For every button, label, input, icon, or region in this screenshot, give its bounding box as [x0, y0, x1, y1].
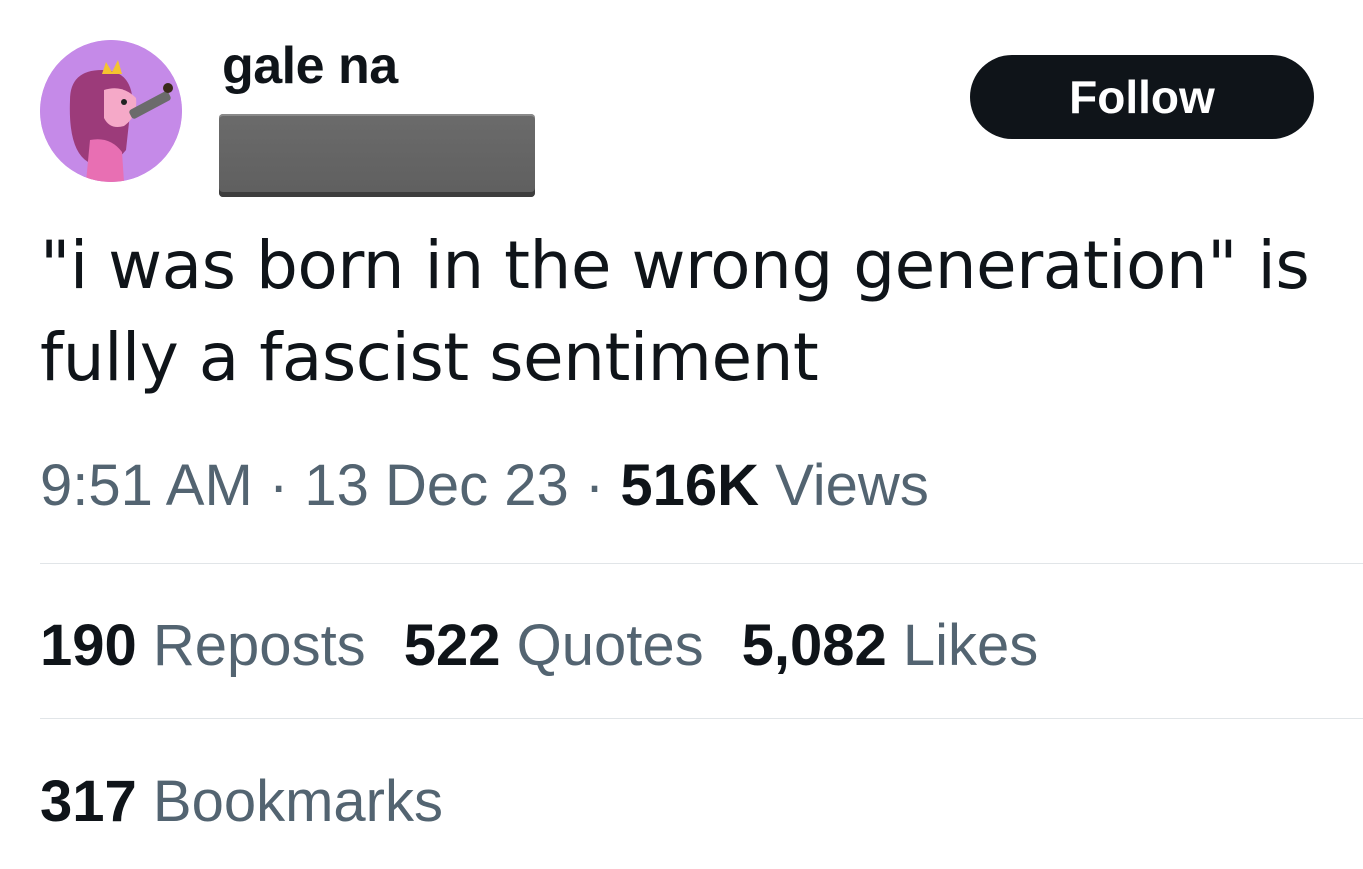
quotes-stat[interactable]: 522 Quotes [404, 612, 704, 680]
tweet-text-line-1: "i was born in the wrong generation" is [40, 227, 1310, 304]
avatar[interactable] [40, 40, 182, 182]
princess-bubblegum-avatar-icon [40, 40, 182, 182]
reposts-stat[interactable]: 190 Reposts [40, 612, 366, 680]
likes-stat[interactable]: 5,082 Likes [742, 612, 1039, 680]
meta-separator: · [268, 453, 289, 518]
reposts-count: 190 [40, 613, 137, 678]
divider [40, 563, 1363, 564]
tweet-meta: 9:51 AM · 13 Dec 23 · 516K Views [40, 452, 929, 520]
meta-separator: · [584, 453, 605, 518]
views-label: Views [775, 453, 929, 518]
bookmarks-stat[interactable]: 317 Bookmarks [40, 768, 443, 836]
quotes-count: 522 [403, 613, 501, 678]
redacted-username [219, 114, 535, 197]
bookmarks-count: 317 [40, 769, 137, 834]
likes-count: 5,082 [741, 613, 887, 678]
views-count: 516K [620, 453, 760, 518]
divider [40, 718, 1363, 719]
bookmarks-label: Bookmarks [152, 769, 443, 834]
reposts-label: Reposts [152, 613, 366, 678]
tweet-text-line-2: fully a fascist sentiment [40, 319, 819, 396]
tweet-text: "i was born in the wrong generation" is … [40, 220, 1340, 404]
display-name[interactable]: gale na [222, 40, 398, 92]
likes-label: Likes [902, 613, 1039, 678]
tweet-time[interactable]: 9:51 AM [40, 453, 253, 518]
follow-button[interactable]: Follow [970, 55, 1314, 139]
engagement-stats: 190 Reposts 522 Quotes 5,082 Likes [40, 612, 1076, 680]
tweet-date[interactable]: 13 Dec 23 [304, 453, 568, 518]
quotes-label: Quotes [516, 613, 704, 678]
